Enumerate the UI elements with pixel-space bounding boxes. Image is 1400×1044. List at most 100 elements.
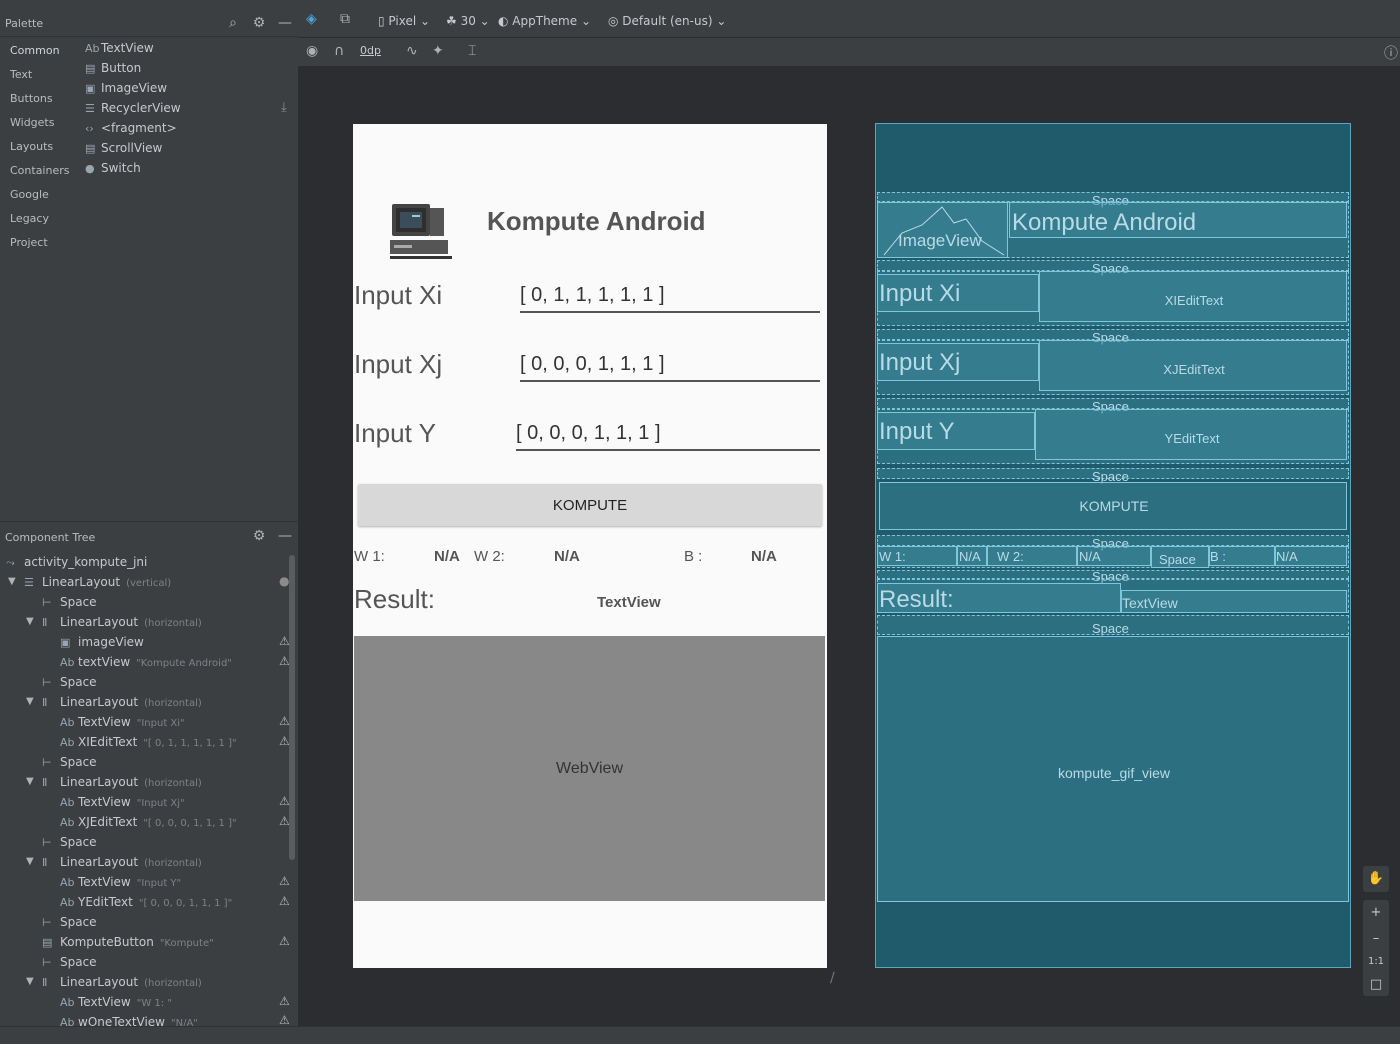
- tree-scrollbar[interactable]: [289, 555, 295, 860]
- bp-result[interactable]: Result:: [877, 583, 1121, 613]
- bp-input-xj[interactable]: Input Xj: [877, 343, 1039, 381]
- tree-row[interactable]: ⊢ Space: [42, 912, 97, 932]
- palette-item-imageview[interactable]: ▣ ImageView: [85, 79, 167, 97]
- bp-title[interactable]: Kompute Android: [1009, 202, 1347, 238]
- baseline-icon[interactable]: ⌶: [468, 43, 476, 59]
- tree-row[interactable]: ▣ imageView: [60, 632, 144, 652]
- bp-input-xi[interactable]: Input Xi: [877, 274, 1039, 312]
- bp-input-y[interactable]: Input Y: [877, 412, 1035, 450]
- magnet-icon[interactable]: ∩: [334, 43, 344, 59]
- tree-row[interactable]: Ab wOneTextView "N/A": [60, 1012, 198, 1026]
- bp-na3[interactable]: N/A: [1275, 546, 1347, 566]
- layers-icon[interactable]: ◈: [306, 11, 317, 27]
- bp-space-inline[interactable]: Space: [1151, 546, 1209, 568]
- expand-arrow-icon[interactable]: ▼: [26, 856, 34, 867]
- bp-na1[interactable]: N/A: [957, 546, 987, 566]
- tree-row[interactable]: Ⅱ LinearLayout (horizontal): [42, 612, 202, 632]
- expand-arrow-icon[interactable]: ▼: [26, 776, 34, 787]
- blueprint-toggle-icon[interactable]: ⧉: [340, 11, 350, 27]
- tree-row[interactable]: Ab TextView "Input Xj": [60, 792, 185, 812]
- palette-item-switch[interactable]: ● Switch: [85, 159, 141, 177]
- y-edittext[interactable]: [ 0, 0, 0, 1, 1, 1 ]: [516, 422, 661, 445]
- tree-row[interactable]: Ab TextView "Input Y": [60, 872, 181, 892]
- api-select[interactable]: ☘ 30 ⌄: [446, 14, 490, 28]
- category-containers[interactable]: Containers: [10, 164, 70, 177]
- device-select[interactable]: ▯ Pixel ⌄: [378, 14, 430, 28]
- search-icon[interactable]: ⌕: [224, 14, 242, 32]
- palette-item-textview[interactable]: AbTextView: [85, 39, 154, 57]
- category-legacy[interactable]: Legacy: [10, 212, 49, 225]
- palette-item-recyclerview[interactable]: ☰ RecyclerView: [85, 99, 181, 117]
- xi-edittext[interactable]: [ 0, 1, 1, 1, 1, 1 ]: [520, 284, 665, 307]
- tree-row[interactable]: Ⅱ LinearLayout (horizontal): [42, 972, 202, 992]
- tree-row[interactable]: ⊢ Space: [42, 952, 97, 972]
- zoom-in-icon[interactable]: +: [1363, 900, 1389, 926]
- bp-textview[interactable]: TextView: [1121, 590, 1347, 613]
- tree-row[interactable]: Ab XIEditText "[ 0, 1, 1, 1, 1, 1 ]": [60, 732, 237, 752]
- download-icon[interactable]: ⤓: [281, 100, 287, 115]
- locale-select[interactable]: ◎ Default (en-us) ⌄: [608, 14, 726, 28]
- bp-xi-edittext[interactable]: XIEditText: [1039, 271, 1347, 322]
- tree-row[interactable]: Ⅱ LinearLayout (horizontal): [42, 692, 202, 712]
- warning-icon[interactable]: ⚠: [279, 934, 290, 948]
- category-layouts[interactable]: Layouts: [10, 140, 53, 153]
- tree-row[interactable]: ⊢ Space: [42, 592, 97, 612]
- margin-input[interactable]: 0dp: [360, 44, 381, 57]
- magic-wand-icon[interactable]: ✦: [432, 43, 444, 59]
- tree-row[interactable]: ⊢ Space: [42, 752, 97, 772]
- tree-root[interactable]: ⤳ activity_kompute_jni: [6, 552, 147, 572]
- zoom-fit-button[interactable]: 1:1: [1363, 952, 1389, 972]
- xj-edittext[interactable]: [ 0, 0, 0, 1, 1, 1 ]: [520, 353, 665, 376]
- expand-arrow-icon[interactable]: ▼: [26, 696, 34, 707]
- bp-xj-edittext[interactable]: XJEditText: [1039, 340, 1347, 391]
- theme-select[interactable]: ◐ AppTheme ⌄: [498, 14, 591, 28]
- expand-arrow-icon[interactable]: ▼: [26, 976, 34, 987]
- tree-row[interactable]: Ab TextView "Input Xi": [60, 712, 185, 732]
- bp-imageview[interactable]: ImageView: [877, 202, 1008, 258]
- bp-b[interactable]: B :: [1209, 546, 1275, 566]
- webview[interactable]: WebView: [354, 636, 825, 901]
- tree-row[interactable]: Ab YEditText "[ 0, 0, 0, 1, 1, 1 ]": [60, 892, 232, 912]
- category-common[interactable]: Common: [10, 44, 60, 57]
- tree-row[interactable]: ☰ LinearLayout (vertical): [24, 572, 171, 592]
- tree-row[interactable]: Ⅱ LinearLayout (horizontal): [42, 852, 202, 872]
- tree-row[interactable]: Ab textView "Kompute Android": [60, 652, 232, 672]
- bp-w2[interactable]: W 2:: [987, 546, 1077, 566]
- category-buttons[interactable]: Buttons: [10, 92, 53, 105]
- clear-constraints-icon[interactable]: ∿: [406, 43, 418, 59]
- minimize-icon[interactable]: —: [276, 527, 294, 545]
- warning-icon[interactable]: ⚠: [279, 1013, 290, 1026]
- pan-hand-icon[interactable]: ✋: [1363, 866, 1389, 892]
- tree-row[interactable]: Ab XJEditText "[ 0, 0, 0, 1, 1, 1 ]": [60, 812, 237, 832]
- palette-item-button[interactable]: ▤ Button: [85, 59, 141, 77]
- warning-icon[interactable]: ⚠: [279, 874, 290, 888]
- gear-icon[interactable]: ⚙: [250, 527, 268, 545]
- zoom-out-icon[interactable]: –: [1363, 926, 1389, 952]
- warning-icon[interactable]: ⚠: [279, 894, 290, 908]
- gear-icon[interactable]: ⚙: [250, 14, 268, 32]
- info-icon[interactable]: ●: [279, 574, 289, 588]
- tree-row[interactable]: Ⅱ LinearLayout (horizontal): [42, 772, 202, 792]
- tree-row[interactable]: ⊢ Space: [42, 672, 97, 692]
- minimize-icon[interactable]: —: [276, 14, 294, 32]
- bp-y-edittext[interactable]: YEditText: [1035, 409, 1347, 460]
- bp-kompute-button[interactable]: KOMPUTE: [879, 482, 1347, 530]
- bp-gif-view[interactable]: kompute_gif_view: [877, 636, 1349, 902]
- category-text[interactable]: Text: [10, 68, 32, 81]
- bp-w1[interactable]: W 1:: [877, 546, 957, 566]
- help-icon[interactable]: ⓘ: [1384, 43, 1398, 63]
- tree-row[interactable]: ⊢ Space: [42, 832, 97, 852]
- category-widgets[interactable]: Widgets: [10, 116, 54, 129]
- category-google[interactable]: Google: [10, 188, 49, 201]
- warning-icon[interactable]: ⚠: [279, 994, 290, 1008]
- eye-icon[interactable]: ◉: [306, 43, 318, 59]
- zoom-screen-icon[interactable]: □: [1363, 972, 1389, 996]
- palette-item-scrollview[interactable]: ▤ ScrollView: [85, 139, 162, 157]
- expand-arrow-icon[interactable]: ▼: [8, 576, 16, 587]
- expand-arrow-icon[interactable]: ▼: [26, 616, 34, 627]
- palette-item-fragment[interactable]: ‹› <fragment>: [85, 119, 177, 137]
- category-project[interactable]: Project: [10, 236, 48, 249]
- kompute-button[interactable]: KOMPUTE: [358, 484, 822, 526]
- bp-na2[interactable]: N/A: [1077, 546, 1151, 566]
- resize-handle-icon[interactable]: ∕: [830, 970, 835, 986]
